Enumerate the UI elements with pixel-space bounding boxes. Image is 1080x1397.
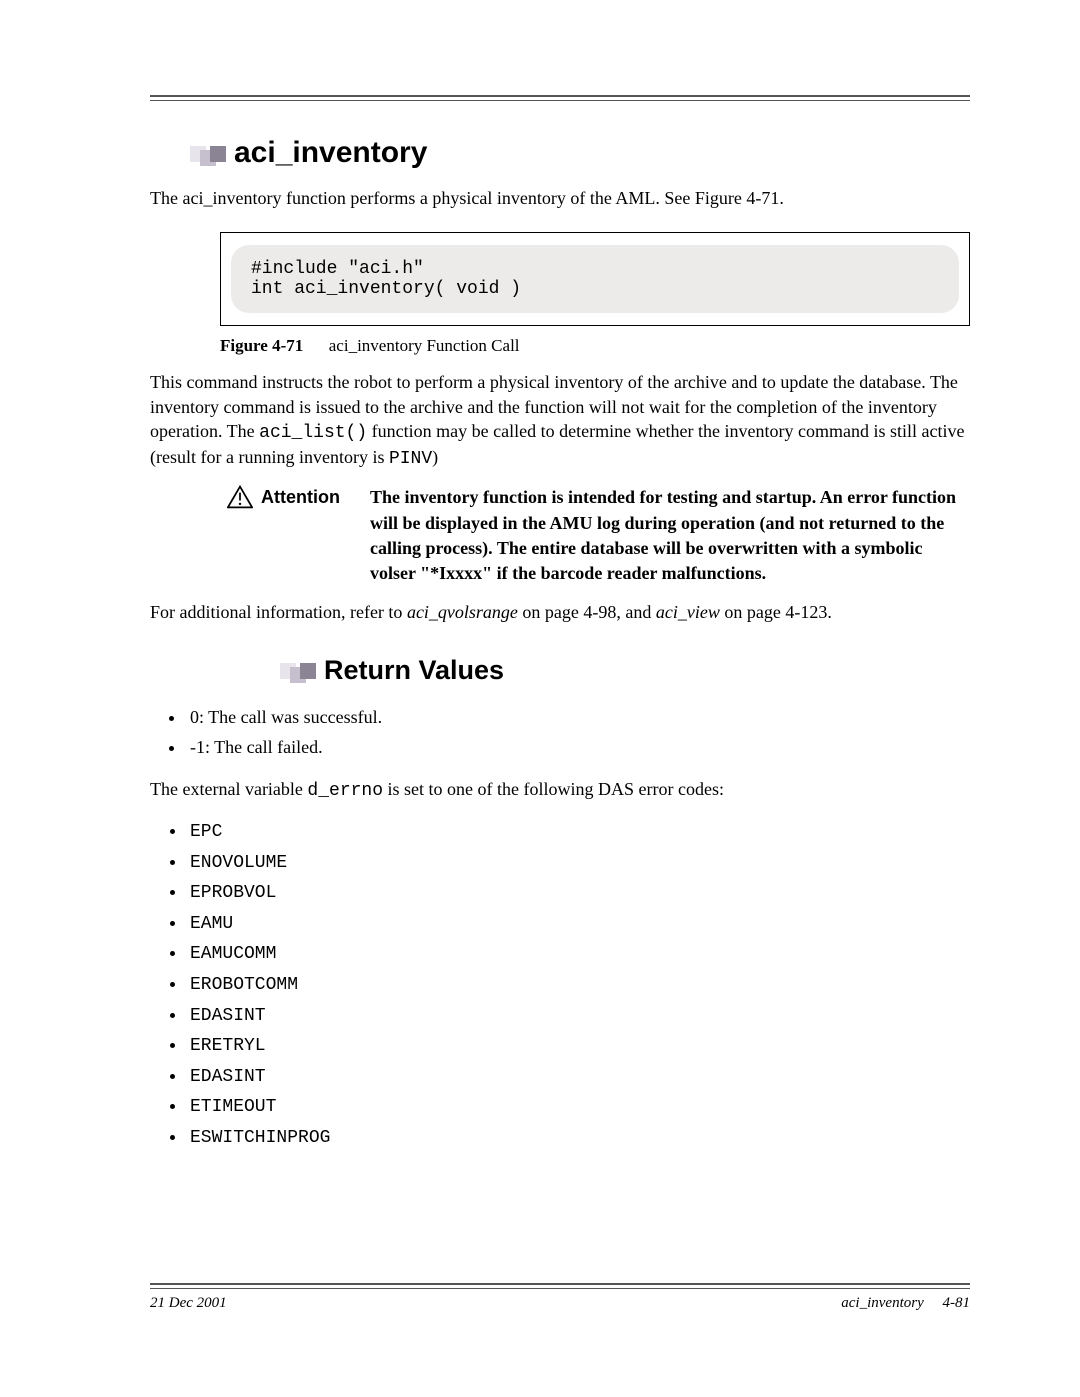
warning-triangle-icon	[227, 485, 253, 509]
crossref-paragraph: For additional information, refer to aci…	[150, 600, 970, 624]
intro-paragraph: The aci_inventory function performs a ph…	[150, 186, 970, 210]
heading-decor-icon	[280, 661, 316, 679]
crossref-em-2: aci_view	[656, 602, 720, 622]
attention-label-wrap: Attention	[150, 485, 370, 509]
crossref-em-1: aci_qvolsrange	[407, 602, 518, 622]
list-item: EAMUCOMM	[186, 939, 970, 970]
list-item: EDASINT	[186, 1001, 970, 1032]
footer-section: aci_inventory	[841, 1295, 923, 1311]
top-rule	[150, 95, 970, 101]
section-title-text: aci_inventory	[234, 136, 427, 170]
errno-paragraph: The external variable d_errno is set to …	[150, 777, 970, 803]
desc-code-1: aci_list()	[259, 423, 367, 443]
list-item: EPROBVOL	[186, 878, 970, 909]
list-item: -1: The call failed.	[186, 732, 970, 763]
attention-label-text: Attention	[261, 487, 340, 508]
figure-caption-text: aci_inventory Function Call	[329, 336, 520, 355]
attention-block: Attention The inventory function is inte…	[150, 485, 970, 586]
bottom-rule	[150, 1283, 970, 1289]
figure-label: Figure 4-71	[220, 336, 303, 355]
heading-decor-icon	[190, 144, 226, 162]
footer-page: 4-81	[943, 1295, 971, 1311]
list-item: EAMU	[186, 909, 970, 940]
return-values-heading: Return Values	[280, 655, 970, 686]
desc-code-2: PINV	[389, 449, 432, 469]
code-block: #include "aci.h" int aci_inventory( void…	[231, 245, 959, 313]
list-item: ENOVOLUME	[186, 848, 970, 879]
list-item: ESWITCHINPROG	[186, 1123, 970, 1154]
list-item: EDASINT	[186, 1062, 970, 1093]
crossref-text-3: on page 4-123.	[720, 602, 832, 622]
list-item: ERETRYL	[186, 1031, 970, 1062]
page-footer: 21 Dec 2001 aci_inventory 4-81	[150, 1295, 970, 1312]
errno-text-1: The external variable	[150, 779, 307, 799]
errno-text-2: is set to one of the following DAS error…	[383, 779, 724, 799]
footer-right: aci_inventory 4-81	[841, 1295, 970, 1312]
list-item: EROBOTCOMM	[186, 970, 970, 1001]
section-heading: aci_inventory	[190, 136, 970, 170]
crossref-text-1: For additional information, refer to	[150, 602, 407, 622]
error-codes-list: EPCENOVOLUMEEPROBVOLEAMUEAMUCOMMEROBOTCO…	[150, 817, 970, 1154]
description-paragraph: This command instructs the robot to perf…	[150, 370, 970, 471]
errno-code: d_errno	[307, 781, 383, 801]
list-item: ETIMEOUT	[186, 1092, 970, 1123]
code-figure-frame: #include "aci.h" int aci_inventory( void…	[220, 232, 970, 326]
crossref-text-2: on page 4-98, and	[518, 602, 656, 622]
list-item: EPC	[186, 817, 970, 848]
desc-text-3: )	[432, 447, 438, 467]
list-item: 0: The call was successful.	[186, 702, 970, 733]
attention-body: The inventory function is intended for t…	[370, 485, 970, 586]
figure-caption: Figure 4-71 aci_inventory Function Call	[220, 336, 970, 356]
footer-date: 21 Dec 2001	[150, 1295, 227, 1312]
return-title-text: Return Values	[324, 655, 504, 686]
return-values-list: 0: The call was successful.-1: The call …	[150, 702, 970, 763]
